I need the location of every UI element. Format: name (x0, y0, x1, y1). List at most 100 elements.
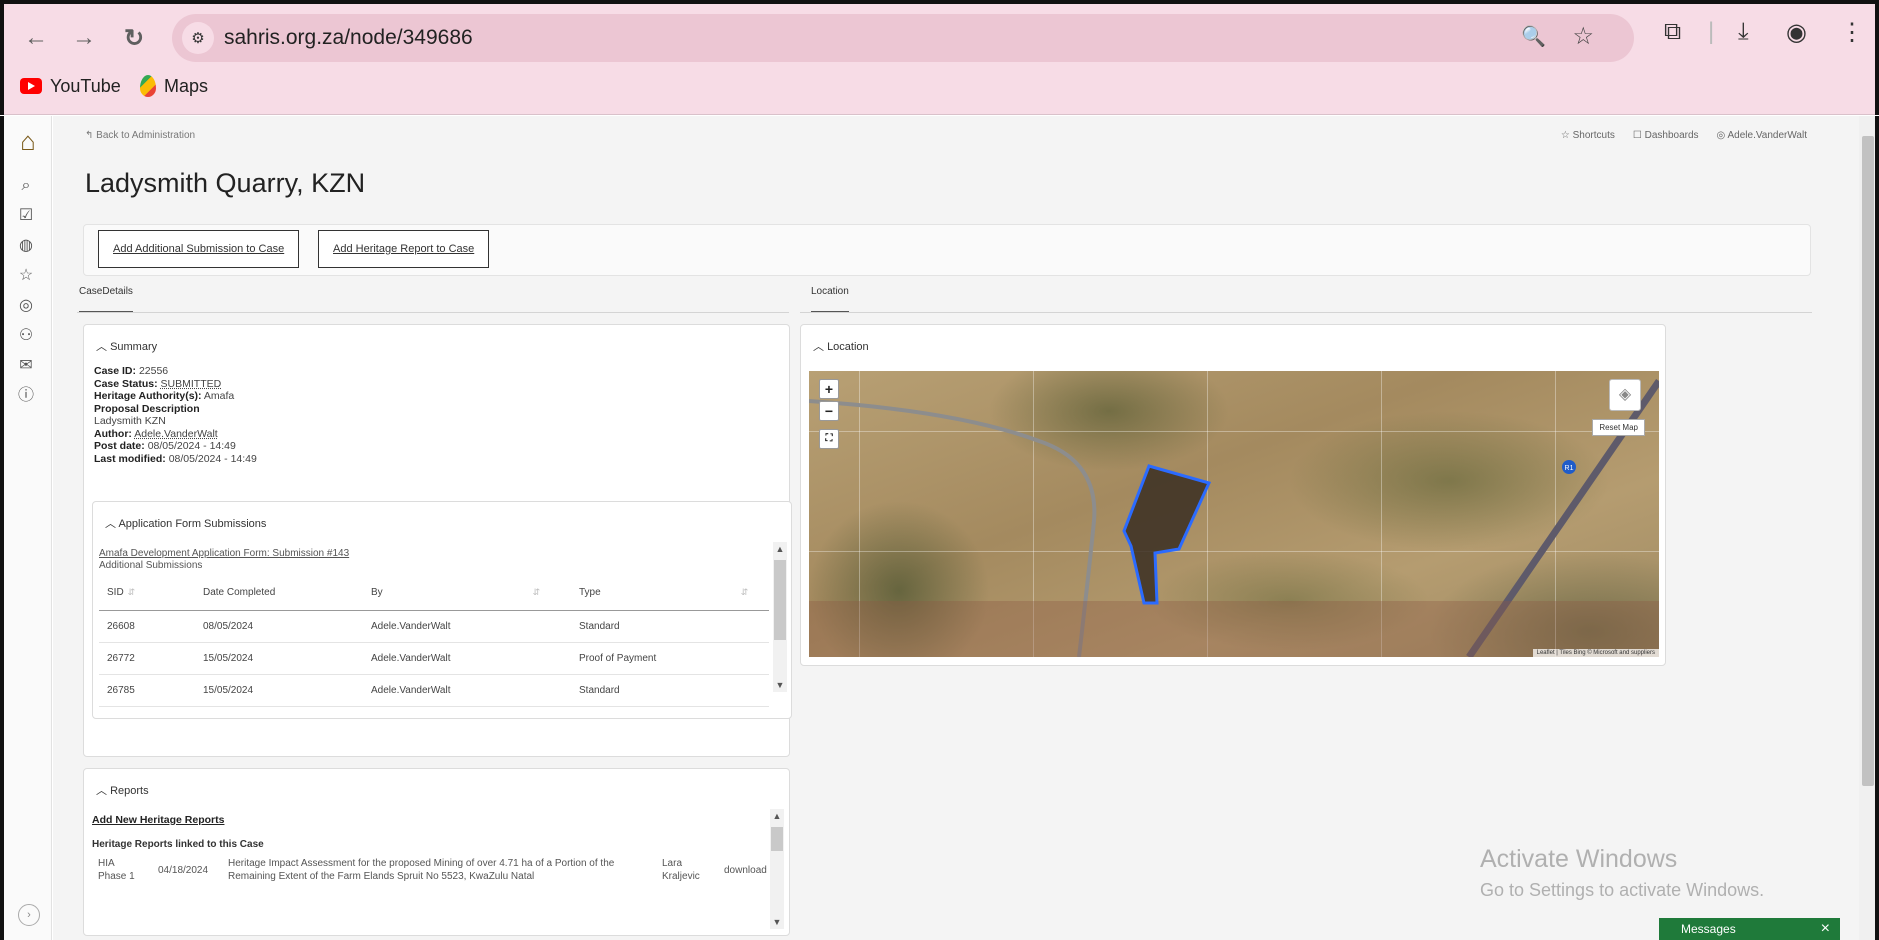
star-icon: ☆ (1560, 130, 1573, 141)
main-content: ↰ Back to Administration ☆ Shortcuts ☐ D… (53, 116, 1859, 940)
menu-kebab-icon[interactable]: ⋮ (1840, 18, 1864, 47)
summary-header[interactable]: ︿ Summary (96, 338, 157, 354)
column-header-by[interactable]: By ⇵ (363, 576, 571, 611)
tab-divider (77, 312, 789, 313)
forward-icon[interactable]: → (68, 22, 100, 54)
globe-icon[interactable]: ◍ (14, 234, 38, 258)
chevron-up-icon: ︿ (96, 341, 111, 353)
scroll-down-icon[interactable]: ▼ (770, 917, 784, 927)
by-cell: Adele.VanderWalt (363, 674, 571, 707)
search-icon[interactable]: ⌕ (14, 174, 38, 198)
chevron-up-icon: ︿ (96, 785, 111, 797)
page-scroll-thumb[interactable] (1862, 136, 1874, 786)
field-area (809, 601, 1659, 657)
dashboards-link[interactable]: ☐ Dashboards (1633, 130, 1699, 141)
toolbar-divider: | (1708, 18, 1715, 45)
expand-sidebar-icon[interactable]: › (18, 904, 40, 926)
add-submission-button[interactable]: Add Additional Submission to Case (98, 230, 300, 268)
page-scrollbar[interactable] (1859, 116, 1879, 940)
profile-avatar-icon[interactable]: ◉ (1786, 18, 1807, 47)
left-sidebar: ⌂ ⌕ ☑ ◍ ☆ ◎ ⚇ ✉ ⓘ › (0, 116, 52, 940)
zoom-icon[interactable]: 🔍 (1521, 24, 1546, 49)
url-text[interactable]: sahris.org.za/node/349686 (224, 26, 473, 50)
sort-icon: ⇵ (127, 587, 136, 598)
tab-location[interactable]: Location (811, 286, 849, 313)
reports-title: Reports (110, 785, 149, 797)
shortcuts-link[interactable]: ☆ Shortcuts (1561, 130, 1615, 141)
sid-cell: 26772 (99, 642, 195, 675)
add-heritage-report-button[interactable]: Add Heritage Report to Case (318, 230, 490, 268)
column-header-type[interactable]: Type ⇵ (571, 576, 769, 611)
layers-icon[interactable]: ◈ (1609, 379, 1641, 411)
help-icon[interactable]: ⓘ (14, 384, 38, 408)
back-icon[interactable]: ← (20, 22, 52, 54)
star-icon[interactable]: ☆ (14, 264, 38, 288)
back-link-label: Back to Administration (96, 130, 196, 141)
summary-card: ︿ Summary Case ID: 22556 Case Status: SU… (83, 324, 792, 757)
table-row[interactable]: 26785 15/05/2024 Adele.VanderWalt Standa… (99, 674, 769, 707)
africa-logo-icon[interactable]: ⌂ (12, 126, 44, 156)
bookmark-star-icon[interactable]: ☆ (1572, 22, 1594, 51)
post-date-label: Post date: (94, 440, 145, 452)
download-icon[interactable]: ⤓ (1738, 18, 1749, 46)
submissions-card: ︿ Application Form Submissions Amafa Dev… (92, 501, 792, 719)
zoom-out-button[interactable]: − (819, 401, 839, 421)
by-cell: Adele.VanderWalt (363, 642, 571, 675)
reports-header[interactable]: ︿ Reports (96, 782, 149, 798)
dashboards-label: Dashboards (1644, 130, 1699, 141)
activate-windows-title: Activate Windows (1480, 845, 1678, 873)
bookmark-maps[interactable]: Maps (140, 72, 208, 100)
checklist-icon[interactable]: ☑ (14, 204, 38, 228)
date-cell: 15/05/2024 (195, 674, 363, 707)
zoom-in-button[interactable]: + (819, 379, 839, 399)
submissions-header[interactable]: ︿ Application Form Submissions (105, 515, 266, 531)
users-icon[interactable]: ⚇ (14, 324, 38, 348)
application-form-link[interactable]: Amafa Development Application Form: Subm… (99, 548, 349, 559)
scroll-down-icon[interactable]: ▼ (773, 680, 787, 690)
author-link[interactable]: Adele.VanderWalt (134, 428, 217, 440)
mail-icon[interactable]: ✉ (14, 354, 38, 378)
add-heritage-reports-link[interactable]: Add New Heritage Reports (92, 814, 224, 826)
scroll-up-icon[interactable]: ▲ (773, 544, 787, 554)
reload-icon[interactable]: ↻ (118, 22, 150, 54)
table-row[interactable]: 26608 08/05/2024 Adele.VanderWalt Standa… (99, 610, 769, 643)
sort-icon: ⇵ (740, 587, 749, 598)
bookmark-youtube[interactable]: YouTube (20, 72, 121, 100)
authority-label: Heritage Authority(s): (94, 390, 202, 402)
fullscreen-icon[interactable]: ⛶ (819, 429, 839, 449)
map-overlay: R1 (809, 379, 1659, 657)
sid-cell: 26785 (99, 674, 195, 707)
site-info-icon[interactable]: ⚙ (182, 22, 214, 54)
location-card: ︿ Location R1 + − ⛶ ◈ Reset Map Leaflet … (800, 324, 1666, 666)
scroll-thumb[interactable] (771, 827, 783, 851)
tab-case-details[interactable]: CaseDetails (79, 286, 133, 313)
action-bar: Add Additional Submission to Case Add He… (83, 224, 1811, 276)
messages-panel[interactable]: Messages × (1659, 918, 1840, 940)
close-icon[interactable]: × (1821, 920, 1830, 938)
top-links: ☆ Shortcuts ☐ Dashboards ◎ Adele.VanderW… (1561, 130, 1807, 141)
case-id-label: Case ID: (94, 365, 137, 377)
reports-scrollbar[interactable]: ▲ ▼ (770, 809, 784, 929)
submissions-scrollbar[interactable]: ▲ ▼ (773, 542, 787, 692)
report-description: Heritage Impact Assessment for the propo… (228, 858, 615, 882)
submissions-title: Application Form Submissions (118, 518, 267, 530)
report-type: HIA Phase 1 (98, 858, 135, 882)
download-link[interactable]: download (724, 864, 767, 877)
table-row[interactable]: 26772 15/05/2024 Adele.VanderWalt Proof … (99, 642, 769, 675)
user-link[interactable]: ◎ Adele.VanderWalt (1717, 130, 1807, 141)
reset-map-button[interactable]: Reset Map (1592, 419, 1645, 436)
satellite-map[interactable]: R1 + − ⛶ ◈ Reset Map Leaflet | Tiles Bin… (809, 371, 1659, 657)
site-polygon[interactable] (1122, 464, 1212, 605)
extensions-icon[interactable]: ⧉ (1664, 18, 1681, 46)
scroll-thumb[interactable] (774, 560, 786, 640)
youtube-icon (20, 78, 42, 94)
column-header-sid[interactable]: SID ⇵ (99, 576, 195, 611)
sid-cell: 26608 (99, 610, 195, 643)
column-header-date[interactable]: Date Completed (195, 576, 363, 611)
location-header[interactable]: ︿ Location (813, 338, 869, 354)
back-to-admin-link[interactable]: ↰ Back to Administration (85, 130, 195, 141)
location-pin-icon[interactable]: ◎ (14, 294, 38, 318)
address-bar[interactable]: ⚙ sahris.org.za/node/349686 🔍 ☆ (172, 14, 1634, 62)
sort-icon: ⇵ (532, 587, 541, 598)
scroll-up-icon[interactable]: ▲ (770, 811, 784, 821)
